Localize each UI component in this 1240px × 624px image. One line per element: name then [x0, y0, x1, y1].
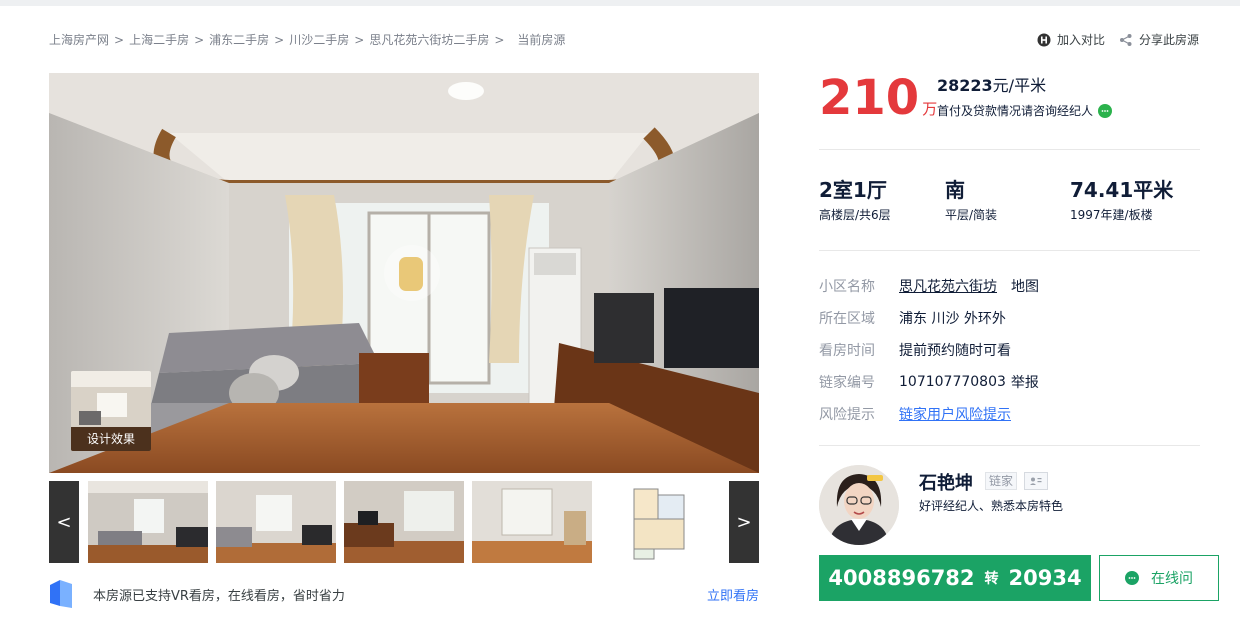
breadcrumb-separator: > — [114, 32, 125, 47]
compare-label: 加入对比 — [1056, 33, 1105, 47]
info-label: 看房时间 — [819, 343, 875, 359]
breadcrumb-separator: > — [274, 32, 285, 47]
share-label: 分享此房源 — [1138, 33, 1199, 47]
thumbnail-image[interactable] — [216, 481, 336, 563]
online-chat-button[interactable]: 在线问 — [1099, 555, 1219, 601]
online-chat-label: 在线问 — [1151, 571, 1193, 587]
breadcrumb-item[interactable]: 上海二手房 — [129, 31, 189, 48]
thumbnail-image[interactable] — [344, 481, 464, 563]
info-row-community: 小区名称 思凡花苑六街坊 地图 — [819, 270, 1200, 302]
main-house-photo[interactable] — [49, 73, 759, 473]
info-row-risk: 风险提示 链家用户风险提示 — [819, 398, 1200, 430]
total-price-value: 210 — [819, 70, 920, 126]
breadcrumb-separator: > — [494, 32, 505, 47]
chat-icon — [1125, 571, 1139, 585]
house-specs: 2室1厅 高楼层/共6层 南 平层/简装 74.41平米 1997年建/板楼 — [819, 150, 1200, 251]
compare-icon — [1037, 33, 1051, 47]
spec-orientation: 南 平层/简装 — [945, 177, 997, 223]
compare-button[interactable]: 加入对比 — [1037, 31, 1105, 48]
vr-view-link[interactable]: 立即看房 — [707, 585, 759, 604]
phone-extension-sep: 转 — [984, 571, 999, 587]
chat-icon[interactable] — [1098, 103, 1113, 118]
spec-area: 74.41平米 1997年建/板楼 — [1070, 177, 1173, 223]
total-price-unit: 万 — [922, 100, 938, 118]
vr-notice-text: 本房源已支持VR看房，在线看房，省时省力 — [93, 588, 345, 604]
map-link[interactable]: 地图 — [1011, 276, 1039, 296]
price-section: 210 万 28223元/平米 首付及贷款情况请咨询经纪人 — [819, 70, 1200, 150]
thumbnail-strip: < > — [49, 481, 759, 563]
loan-consult-text: 首付及贷款情况请咨询经纪人 — [937, 104, 1094, 118]
loan-consult[interactable]: 首付及贷款情况请咨询经纪人 — [937, 102, 1113, 119]
phone-extension: 20934 — [1008, 566, 1082, 590]
design-effect-card[interactable]: 设计效果 — [71, 371, 151, 451]
spec-layout: 2室1厅 高楼层/共6层 — [819, 177, 891, 223]
breadcrumb-item[interactable]: 思凡花苑六街坊二手房 — [369, 31, 489, 48]
agent-phone-button[interactable]: 4008896782 转 20934 — [819, 555, 1091, 601]
info-label: 所在区域 — [819, 311, 875, 327]
info-row-area: 所在区域 浦东 川沙 外环外 — [819, 302, 1200, 334]
share-icon — [1119, 33, 1133, 47]
info-label: 链家编号 — [819, 375, 875, 391]
house-info: 小区名称 思凡花苑六街坊 地图 所在区域 浦东 川沙 外环外 看房时间 提前预约… — [819, 270, 1200, 430]
breadcrumb-item[interactable]: 浦东二手房 — [209, 31, 269, 48]
unit-price-unit: 元/平米 — [992, 76, 1047, 95]
info-row-id: 链家编号 107107770803 举报 — [819, 366, 1200, 398]
spec-orientation-sub: 平层/简装 — [945, 208, 998, 222]
vr-notice: 本房源已支持VR看房，在线看房，省时省力 立即看房 — [49, 578, 759, 610]
breadcrumb-item[interactable]: 上海房产网 — [49, 31, 109, 48]
breadcrumb: 上海房产网 > 上海二手房 > 浦东二手房 > 川沙二手房 > 思凡花苑六街坊二手房 > … — [49, 31, 565, 48]
community-link[interactable]: 思凡花苑六街坊 — [899, 276, 997, 296]
agent-name[interactable]: 石艳坤 — [919, 469, 973, 495]
agent-avatar[interactable] — [819, 465, 899, 545]
breadcrumb-current: 当前房源 — [517, 33, 566, 47]
area-value[interactable]: 浦东 川沙 外环外 — [899, 308, 1006, 328]
house-id-value: 107107770803 — [899, 374, 1006, 390]
breadcrumb-separator: > — [194, 32, 205, 47]
info-label: 风险提示 — [819, 407, 875, 423]
design-effect-label: 设计效果 — [71, 427, 151, 451]
risk-notice-link[interactable]: 链家用户风险提示 — [899, 404, 1011, 424]
vr-logo-icon — [49, 579, 73, 609]
thumbnail-image[interactable] — [88, 481, 208, 563]
share-button[interactable]: 分享此房源 — [1119, 31, 1199, 48]
top-bar — [0, 0, 1240, 6]
agent-card: 石艳坤 链家 好评经纪人、熟悉本房特色 — [819, 465, 1219, 545]
unit-price-value: 28223 — [937, 76, 993, 95]
visit-value: 提前预约随时可看 — [899, 343, 1011, 359]
info-row-visit: 看房时间 提前预约随时可看 — [819, 334, 1200, 366]
unit-price: 28223元/平米 — [937, 72, 1046, 96]
report-link[interactable]: 举报 — [1011, 372, 1039, 392]
breadcrumb-separator: > — [354, 32, 365, 47]
agent-description: 好评经纪人、熟悉本房特色 — [919, 499, 1064, 513]
house-tools: 加入对比 分享此房源 — [1023, 31, 1199, 48]
info-label: 小区名称 — [819, 279, 875, 295]
thumbnail-image[interactable] — [472, 481, 592, 563]
breadcrumb-item[interactable]: 川沙二手房 — [289, 31, 349, 48]
thumbnail-next-button[interactable]: > — [729, 481, 759, 563]
thumbnail-prev-button[interactable]: < — [49, 481, 79, 563]
agent-card-icon[interactable] — [1024, 472, 1048, 490]
spec-area-sub: 1997年建/板楼 — [1070, 208, 1153, 222]
spec-orientation-main: 南 — [945, 178, 965, 202]
spec-layout-sub: 高楼层/共6层 — [819, 208, 891, 222]
divider — [819, 445, 1200, 446]
spec-area-main: 74.41平米 — [1070, 178, 1174, 202]
total-price: 210 万 — [819, 70, 937, 126]
floor-plan-thumbnail[interactable] — [600, 481, 720, 563]
agent-brand-badge: 链家 — [985, 472, 1018, 490]
phone-number: 4008896782 — [828, 566, 975, 590]
spec-layout-main: 2室1厅 — [819, 178, 887, 202]
